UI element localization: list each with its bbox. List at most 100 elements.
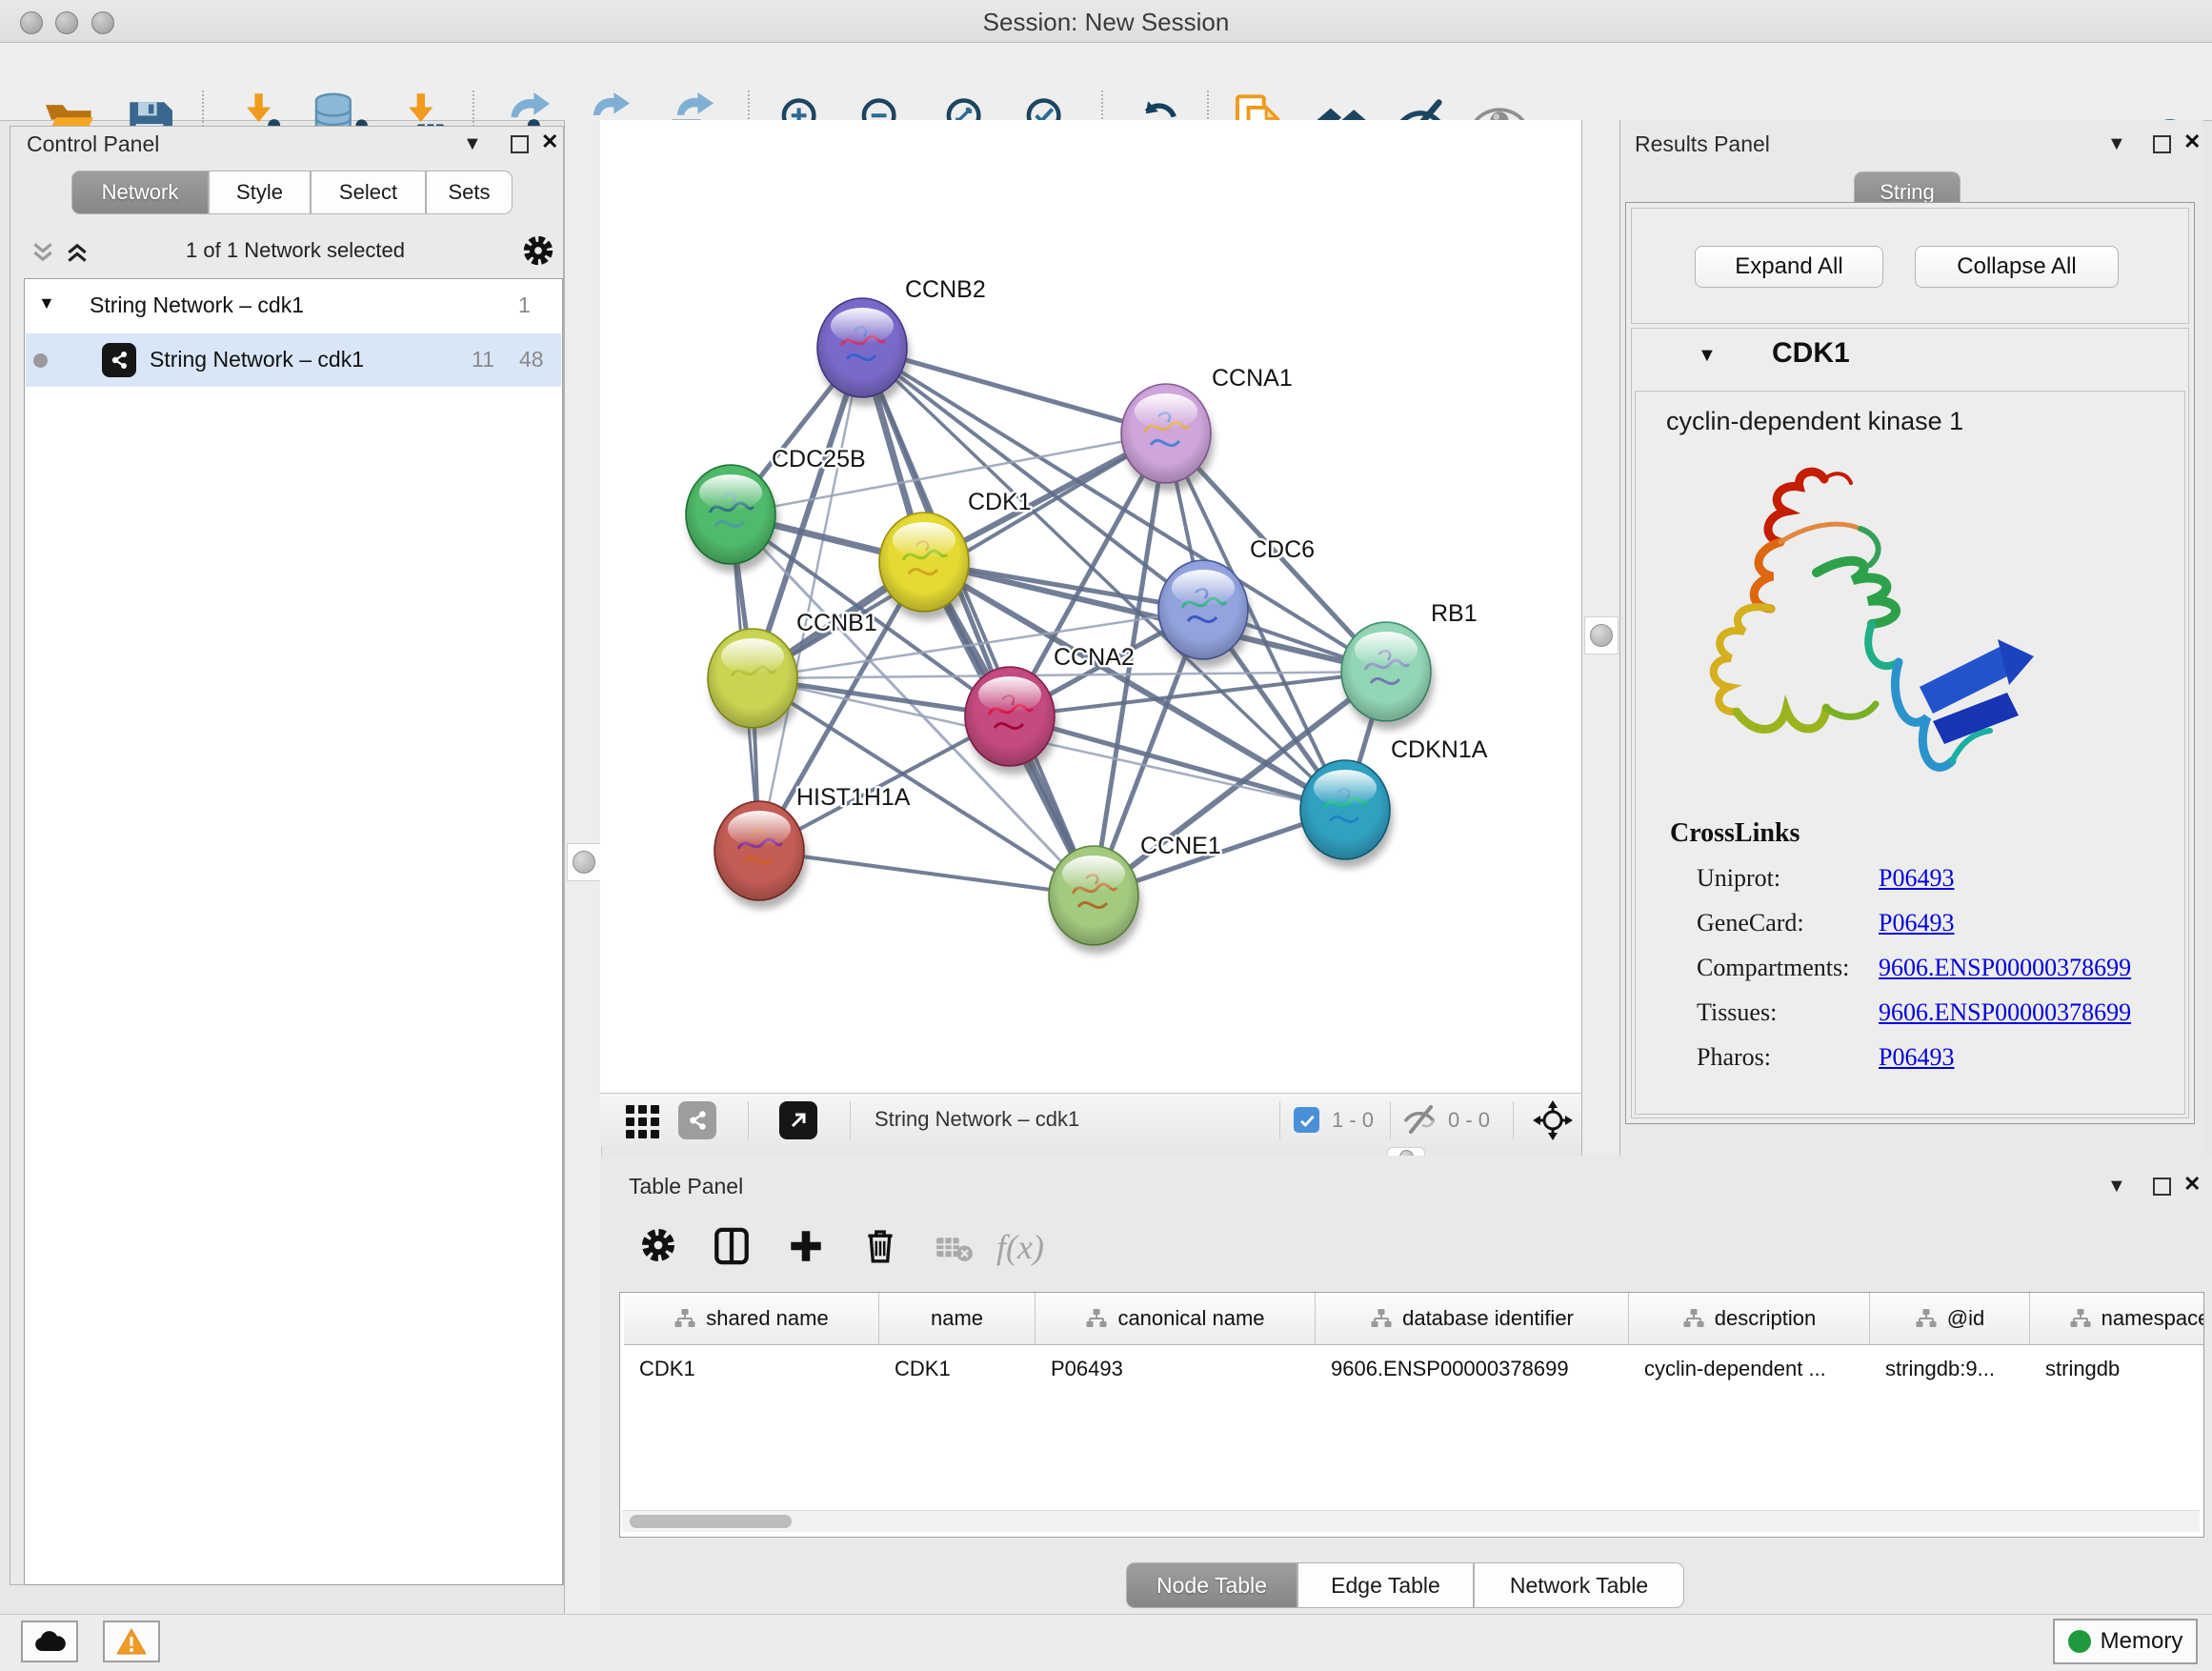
table-cell[interactable]: CDK1 — [624, 1346, 879, 1392]
network-canvas[interactable]: CCNB2CCNA1CDC25BCDK1CDC6RB1CCNB1CCNA2CDK… — [600, 120, 1581, 1093]
grid-view-icon[interactable] — [624, 1101, 662, 1144]
crosslink-link[interactable]: P06493 — [1879, 909, 1954, 937]
crosslink-link[interactable]: P06493 — [1879, 864, 1954, 893]
network-view-title: String Network – cdk1 — [875, 1107, 1079, 1132]
entry-content-box: cyclin-dependent kinase 1 CrossLinks — [1635, 391, 2185, 1115]
network-node-CDC6[interactable] — [1158, 560, 1248, 659]
entry-collapse-icon[interactable]: ▼ — [1698, 345, 1717, 367]
table-cell[interactable]: CDK1 — [879, 1346, 1036, 1392]
table-panel-float-icon[interactable] — [2153, 1178, 2171, 1196]
collapse-all-button[interactable]: Collapse All — [1915, 246, 2119, 288]
network-node-CDKN1A[interactable] — [1300, 760, 1390, 859]
tab-network-table[interactable]: Network Table — [1474, 1562, 1684, 1608]
collection-label: String Network – cdk1 — [90, 292, 304, 318]
network-node-CCNB1[interactable] — [708, 629, 797, 728]
select-columns-icon[interactable] — [713, 1227, 751, 1270]
control-panel-float-icon[interactable] — [511, 135, 529, 153]
table-cell[interactable]: 9606.ENSP00000378699 — [1316, 1346, 1629, 1392]
network-node-label-HIST1H1A: HIST1H1A — [796, 784, 911, 811]
table-cell[interactable]: P06493 — [1036, 1346, 1316, 1392]
right-splitter-handle[interactable] — [1584, 616, 1619, 654]
network-node-CCNA1[interactable] — [1121, 384, 1211, 483]
fit-selected-crosshair-icon[interactable] — [1532, 1099, 1574, 1146]
crosslink-label: Pharos: — [1697, 1043, 1771, 1072]
table-panel-collapse-icon[interactable]: ▼ — [2107, 1176, 2126, 1198]
collapse-all-networks-icon[interactable] — [30, 240, 55, 270]
crosslink-link[interactable]: 9606.ENSP00000378699 — [1879, 998, 2131, 1027]
control-panel-collapse-icon[interactable]: ▼ — [463, 133, 482, 155]
tab-style[interactable]: Style — [209, 171, 311, 214]
network-node-CCNA2[interactable] — [965, 667, 1055, 766]
table-cell[interactable]: stringdb — [2030, 1346, 2204, 1392]
network-edge-CCNB2-CCNE1[interactable] — [862, 348, 1094, 896]
title-bar: Session: New Session — [0, 0, 2212, 43]
network-node-HIST1H1A[interactable] — [714, 801, 804, 900]
tab-node-table[interactable]: Node Table — [1126, 1562, 1297, 1608]
crosslink-label: Compartments: — [1697, 954, 1849, 982]
collection-expand-icon[interactable]: ▼ — [38, 293, 55, 313]
table-column-header--id[interactable]: @id — [1870, 1293, 2030, 1345]
table-column-header-database-identifier[interactable]: database identifier — [1316, 1293, 1629, 1345]
window-title: Session: New Session — [0, 8, 2212, 37]
network-edge-RB1-CCNB1[interactable] — [753, 672, 1386, 678]
network-node-label-CDKN1A: CDKN1A — [1391, 736, 1488, 763]
crosslink-label: Uniprot: — [1697, 864, 1780, 893]
network-edge-RB1-CCNA2[interactable] — [1010, 672, 1386, 716]
control-panel-close-icon[interactable]: ✕ — [541, 130, 558, 154]
table-column-header-description[interactable]: description — [1629, 1293, 1870, 1345]
network-row-selected[interactable]: String Network – cdk1 11 48 — [26, 333, 561, 387]
tab-select[interactable]: Select — [311, 171, 426, 214]
results-panel-close-icon[interactable]: ✕ — [2183, 130, 2201, 154]
birds-eye-view-icon[interactable] — [779, 1101, 817, 1139]
results-panel-title: Results Panel — [1635, 131, 1770, 157]
network-node-CCNB2[interactable] — [817, 298, 907, 397]
network-edge-HIST1H1A-CCNE1[interactable] — [759, 851, 1094, 896]
network-selection-status: 1 of 1 Network selected — [105, 238, 486, 263]
memory-button[interactable]: Memory — [2053, 1619, 2198, 1664]
table-cell[interactable]: cyclin-dependent ... — [1629, 1346, 1870, 1392]
table-hscrollbar-thumb[interactable] — [630, 1515, 792, 1528]
crosslink-label: Tissues: — [1697, 998, 1777, 1027]
left-splitter-handle[interactable] — [567, 843, 601, 881]
table-gear-icon[interactable] — [640, 1227, 676, 1268]
function-builder-icon: f(x) — [996, 1227, 1044, 1267]
network-node-label-CCNB2: CCNB2 — [905, 276, 986, 303]
memory-label: Memory — [2101, 1628, 2183, 1655]
expand-all-networks-icon[interactable] — [65, 240, 90, 270]
network-collection-row[interactable]: ▼ String Network – cdk1 1 — [25, 279, 562, 333]
network-current-dot-icon — [33, 353, 48, 368]
table-panel-close-icon[interactable]: ✕ — [2183, 1172, 2201, 1197]
network-node-CDC25B[interactable] — [686, 465, 775, 564]
network-node-RB1[interactable] — [1341, 622, 1431, 721]
network-node-CCNE1[interactable] — [1049, 846, 1138, 945]
table-hscrollbar[interactable] — [622, 1510, 2200, 1532]
table-column-header-canonical-name[interactable]: canonical name — [1036, 1293, 1316, 1345]
tab-edge-table[interactable]: Edge Table — [1297, 1562, 1474, 1608]
network-options-gear-icon[interactable] — [522, 234, 554, 272]
tab-sets[interactable]: Sets — [426, 171, 513, 214]
add-column-icon[interactable] — [787, 1227, 825, 1270]
results-panel-float-icon[interactable] — [2153, 135, 2171, 153]
delete-column-icon[interactable] — [861, 1225, 899, 1270]
expand-all-button[interactable]: Expand All — [1695, 246, 1883, 288]
network-node-label-RB1: RB1 — [1431, 600, 1478, 627]
selected-checkbox-icon[interactable] — [1294, 1107, 1319, 1133]
table-column-header-shared-name[interactable]: shared name — [624, 1293, 879, 1345]
table-column-header-name[interactable]: name — [879, 1293, 1036, 1345]
cloud-status-button[interactable] — [21, 1621, 78, 1662]
status-bar: Memory — [0, 1614, 2212, 1671]
crosslink-link[interactable]: P06493 — [1879, 1043, 1954, 1072]
crosslink-link[interactable]: 9606.ENSP00000378699 — [1879, 954, 2131, 982]
node-table: shared namenamecanonical namedatabase id… — [619, 1292, 2204, 1538]
network-node-CDK1[interactable] — [879, 513, 969, 612]
warning-status-button[interactable] — [103, 1621, 160, 1662]
crosslink-row: GeneCard:P06493 — [1636, 901, 2184, 946]
table-column-header-namespace[interactable]: namespace — [2030, 1293, 2204, 1345]
crosslinks-title: CrossLinks — [1670, 818, 1800, 849]
crosslinks-list: Uniprot:P06493GeneCard:P06493Compartment… — [1636, 856, 2184, 1080]
tab-network[interactable]: Network — [71, 171, 209, 214]
table-cell[interactable]: stringdb:9... — [1870, 1346, 2030, 1392]
cloud-icon — [33, 1630, 66, 1653]
network-style-icon[interactable] — [678, 1101, 716, 1139]
results-panel-collapse-icon[interactable]: ▼ — [2107, 133, 2126, 155]
